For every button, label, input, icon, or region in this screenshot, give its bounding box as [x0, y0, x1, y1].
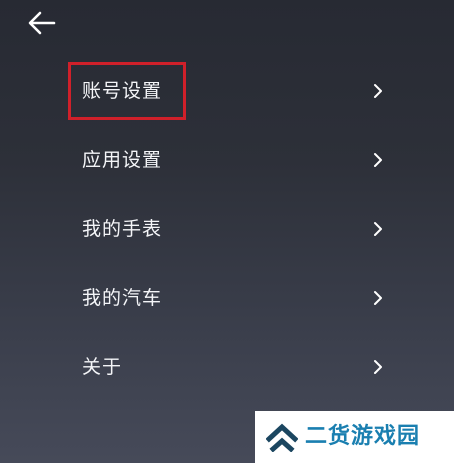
menu-item-label: 账号设置	[82, 80, 163, 102]
back-button[interactable]	[24, 8, 58, 38]
watermark: 二货游戏园	[255, 411, 454, 463]
menu-item-label: 我的手表	[82, 218, 163, 240]
settings-menu: 账号设置 应用设置 我的手表 我的汽车 关于	[0, 58, 454, 403]
menu-item-label: 应用设置	[82, 149, 163, 171]
menu-item-app-settings[interactable]: 应用设置	[0, 127, 454, 196]
arrow-left-icon	[28, 11, 56, 35]
menu-item-label: 关于	[82, 356, 123, 378]
chevron-right-icon	[370, 82, 386, 100]
menu-item-about[interactable]: 关于	[0, 334, 454, 403]
menu-item-my-car[interactable]: 我的汽车	[0, 265, 454, 334]
chevron-right-icon	[370, 220, 386, 238]
menu-item-label: 我的汽车	[82, 287, 163, 309]
watermark-text: 二货游戏园	[305, 424, 421, 449]
chevron-right-icon	[370, 151, 386, 169]
menu-item-account-settings[interactable]: 账号设置	[0, 58, 454, 127]
menu-item-my-watch[interactable]: 我的手表	[0, 196, 454, 265]
chevron-right-icon	[370, 289, 386, 307]
chevron-right-icon	[370, 358, 386, 376]
double-chevron-up-icon	[266, 422, 298, 452]
